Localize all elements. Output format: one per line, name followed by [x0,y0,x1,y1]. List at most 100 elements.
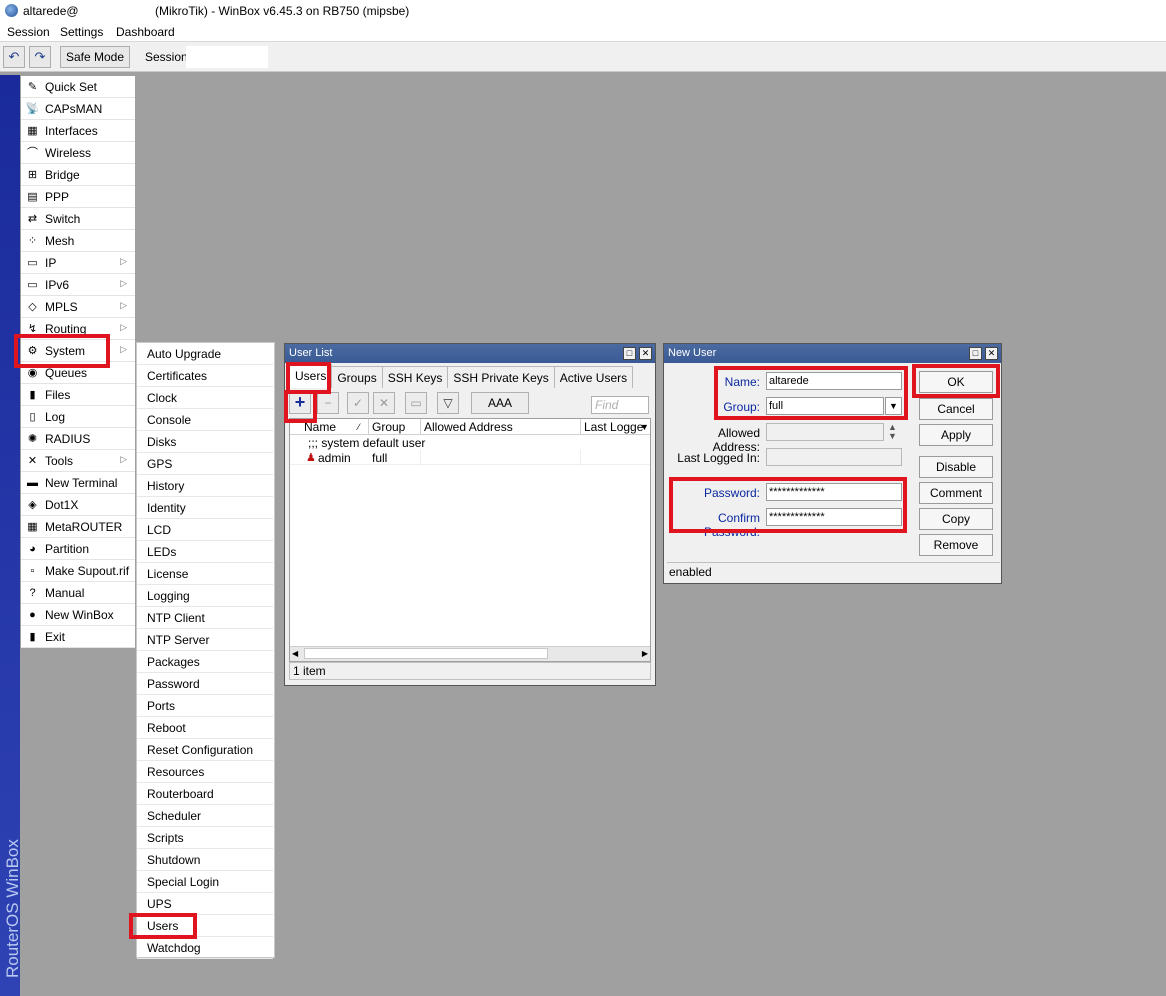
submenu-item-lcd[interactable]: LCD [137,519,273,541]
apply-button[interactable]: Apply [919,424,993,446]
submenu-item-certificates[interactable]: Certificates [137,365,273,387]
sidebar-item-wireless[interactable]: ⌒ Wireless [21,142,135,164]
submenu-item-ntp-client[interactable]: NTP Client [137,607,273,629]
disable-x-icon[interactable]: ✕ [373,392,395,414]
sidebar-item-dot1x[interactable]: ◈ Dot1X [21,494,135,516]
sidebar-item-radius[interactable]: ✺ RADIUS [21,428,135,450]
menu-dashboard[interactable]: Dashboard [116,25,175,39]
submenu-item-history[interactable]: History [137,475,273,497]
close-icon[interactable]: ✕ [639,347,652,360]
find-input[interactable]: Find [591,396,649,414]
safe-mode-button[interactable]: Safe Mode [60,46,130,68]
sidebar-item-ipv6[interactable]: ▭ IPv6 ▷ [21,274,135,296]
submenu-item-scripts[interactable]: Scripts [137,827,273,849]
submenu-item-ports[interactable]: Ports [137,695,273,717]
redo-icon[interactable]: ↷ [29,46,51,68]
sidebar-item-mpls[interactable]: ◇ MPLS ▷ [21,296,135,318]
scroll-left-icon[interactable]: ◀ [292,649,298,658]
submenu-item-reboot[interactable]: Reboot [137,717,273,739]
ok-button[interactable]: OK [919,371,993,393]
sidebar-item-quick-set[interactable]: ✎ Quick Set [21,76,135,98]
confirm-password-field[interactable]: ************* [766,508,902,526]
submenu-item-password[interactable]: Password [137,673,273,695]
sidebar-item-make-supout-rif[interactable]: ▫ Make Supout.rif [21,560,135,582]
menu-session[interactable]: Session [7,25,50,39]
sidebar-item-ppp[interactable]: ▤ PPP [21,186,135,208]
allowed-address-field[interactable] [766,423,884,441]
submenu-item-resources[interactable]: Resources [137,761,273,783]
tab-users[interactable]: Users [289,364,333,388]
maximize-icon[interactable]: □ [969,347,982,360]
tab-ssh-keys[interactable]: SSH Keys [381,366,449,388]
submenu-item-users[interactable]: Users [137,915,273,937]
submenu-item-scheduler[interactable]: Scheduler [137,805,273,827]
sidebar-item-files[interactable]: ▮ Files [21,384,135,406]
submenu-item-ntp-server[interactable]: NTP Server [137,629,273,651]
dropdown-icon[interactable]: ▼ [885,397,902,415]
submenu-item-logging[interactable]: Logging [137,585,273,607]
sidebar-item-exit[interactable]: ▮ Exit [21,626,135,648]
close-icon[interactable]: ✕ [985,347,998,360]
add-user-button[interactable]: + [289,392,311,414]
col-last-logged[interactable]: Last Logge [584,419,643,435]
sidebar-item-manual[interactable]: ? Manual [21,582,135,604]
remove-button[interactable]: Remove [919,534,993,556]
disable-button[interactable]: Disable [919,456,993,478]
submenu-item-leds[interactable]: LEDs [137,541,273,563]
sidebar-item-system[interactable]: ⚙ System ▷ [21,340,135,362]
menu-settings[interactable]: Settings [60,25,103,39]
submenu-item-routerboard[interactable]: Routerboard [137,783,273,805]
sidebar-item-mesh[interactable]: ⁘ Mesh [21,230,135,252]
tab-groups[interactable]: Groups [331,366,383,388]
scroll-thumb[interactable] [304,648,548,659]
name-field[interactable]: altarede [766,372,902,390]
copy-button[interactable]: Copy [919,508,993,530]
expand-icon[interactable]: ▲ ▼ [888,423,897,441]
submenu-item-special-login[interactable]: Special Login [137,871,273,893]
submenu-item-auto-upgrade[interactable]: Auto Upgrade [137,343,273,365]
submenu-item-shutdown[interactable]: Shutdown [137,849,273,871]
sidebar-item-new-winbox[interactable]: ● New WinBox [21,604,135,626]
sidebar-item-interfaces[interactable]: ▦ Interfaces [21,120,135,142]
sidebar-item-log[interactable]: ▯ Log [21,406,135,428]
undo-icon[interactable]: ↶ [3,46,25,68]
submenu-item-license[interactable]: License [137,563,273,585]
tab-active-users[interactable]: Active Users [553,366,634,388]
enable-check-icon[interactable]: ✓ [347,392,369,414]
col-group[interactable]: Group [372,419,405,435]
col-name[interactable]: Name [304,419,336,435]
submenu-item-gps[interactable]: GPS [137,453,273,475]
comment-icon[interactable]: ▭ [405,392,427,414]
sidebar-item-tools[interactable]: ✕ Tools ▷ [21,450,135,472]
remove-icon[interactable]: − [317,392,339,414]
password-field[interactable]: ************* [766,483,902,501]
submenu-item-identity[interactable]: Identity [137,497,273,519]
sidebar-item-switch[interactable]: ⇄ Switch [21,208,135,230]
session-input[interactable] [186,46,268,68]
sidebar-item-capsman[interactable]: 📡 CAPsMAN [21,98,135,120]
aaa-button[interactable]: AAA [471,392,529,414]
tab-ssh-private-keys[interactable]: SSH Private Keys [447,366,555,388]
group-select[interactable]: full [766,397,884,415]
sidebar-item-bridge[interactable]: ⊞ Bridge [21,164,135,186]
sidebar-item-queues[interactable]: ◉ Queues [21,362,135,384]
sidebar-item-partition[interactable]: ◕ Partition [21,538,135,560]
scroll-right-icon[interactable]: ▶ [642,649,648,658]
chevron-down-icon[interactable]: ▼ [640,419,649,435]
submenu-item-reset-configuration[interactable]: Reset Configuration [137,739,273,761]
comment-button[interactable]: Comment [919,482,993,504]
submenu-item-clock[interactable]: Clock [137,387,273,409]
sidebar-item-metarouter[interactable]: ▦ MetaROUTER [21,516,135,538]
sidebar-item-new-terminal[interactable]: ▬ New Terminal [21,472,135,494]
filter-icon[interactable]: ▽ [437,392,459,414]
sidebar-item-ip[interactable]: ▭ IP ▷ [21,252,135,274]
submenu-item-watchdog[interactable]: Watchdog [137,937,273,959]
table-row[interactable]: ♟ admin full [290,450,650,465]
submenu-item-ups[interactable]: UPS [137,893,273,915]
cancel-button[interactable]: Cancel [919,398,993,420]
submenu-item-console[interactable]: Console [137,409,273,431]
sidebar-item-routing[interactable]: ↯ Routing ▷ [21,318,135,340]
horizontal-scrollbar[interactable]: ◀ ▶ [290,646,650,661]
submenu-item-disks[interactable]: Disks [137,431,273,453]
col-allowed-address[interactable]: Allowed Address [424,419,513,435]
